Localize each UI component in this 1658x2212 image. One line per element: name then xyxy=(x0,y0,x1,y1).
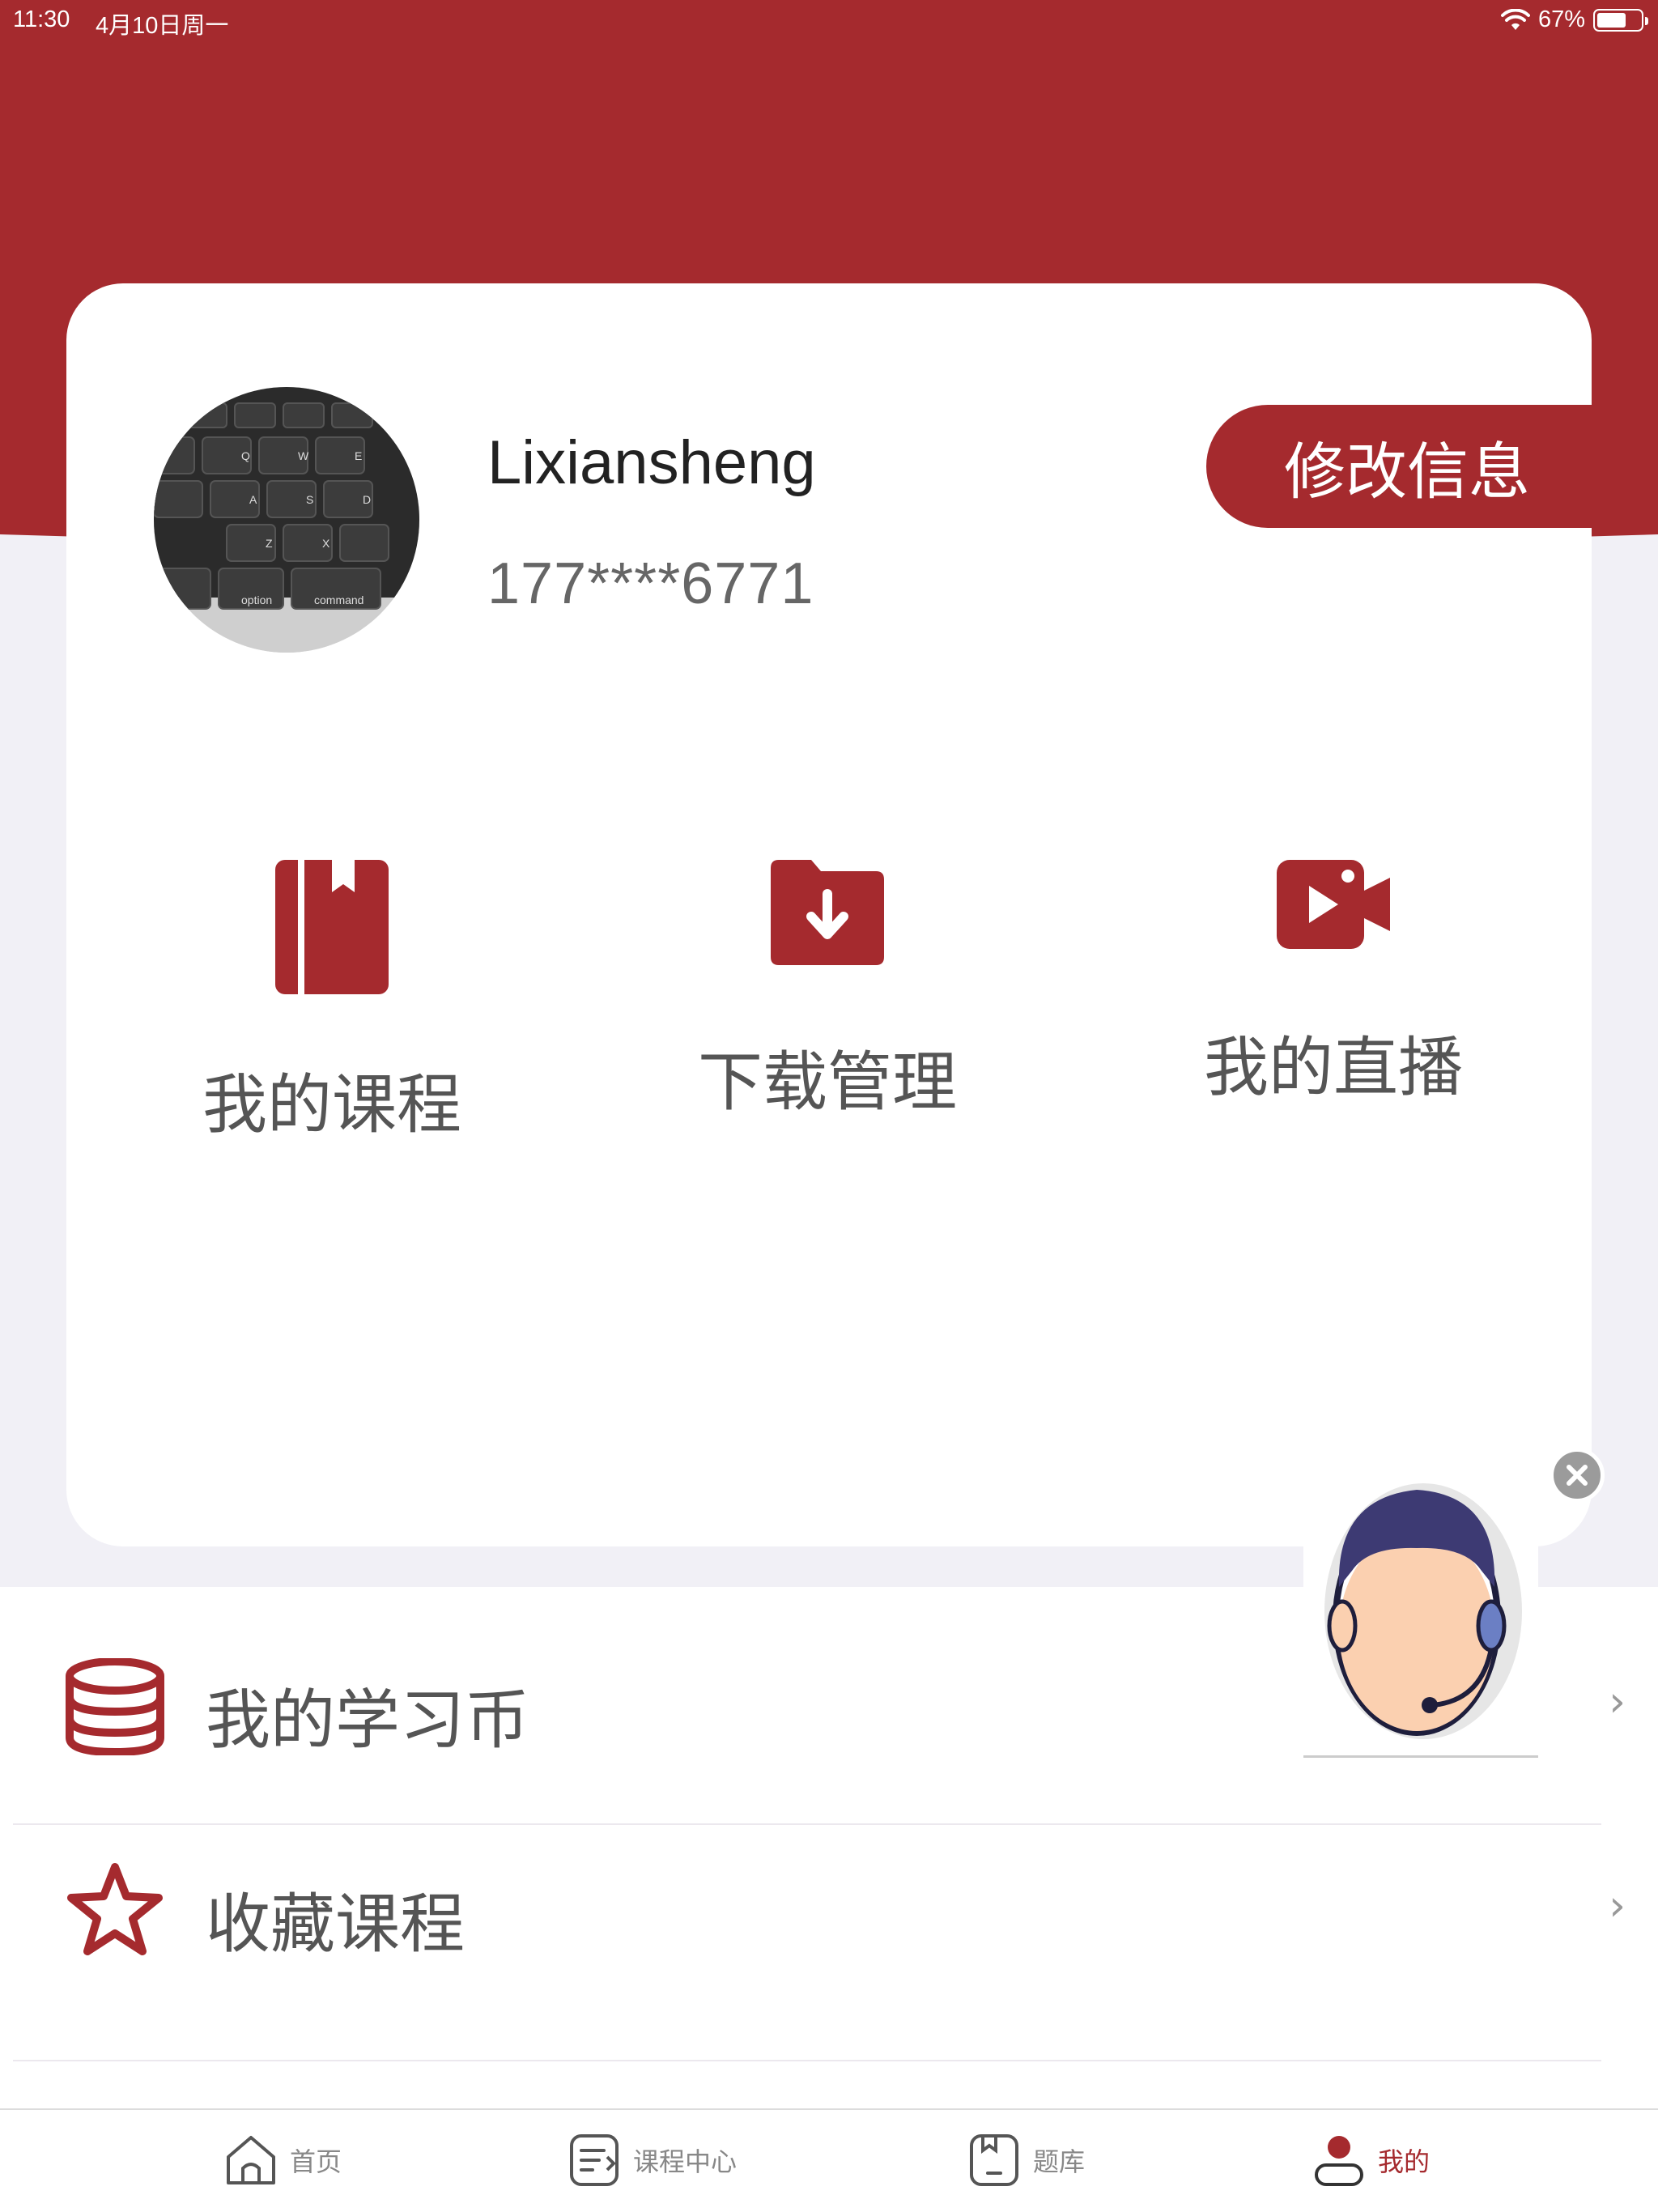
username: Lixiansheng xyxy=(487,428,816,497)
svg-text:Z: Z xyxy=(266,537,273,550)
star-icon xyxy=(67,1863,163,1955)
edit-profile-button[interactable]: 修改信息 xyxy=(1206,405,1592,528)
svg-text:W: W xyxy=(298,449,309,462)
avatar[interactable]: Q W E A S D Z X option command xyxy=(154,387,419,653)
book-icon xyxy=(275,860,389,994)
customer-support-button[interactable] xyxy=(1303,1457,1538,1757)
profile-icon xyxy=(1315,2136,1363,2186)
favorite-courses-label: 收藏课程 xyxy=(206,1887,465,1962)
video-camera-icon xyxy=(1277,860,1390,949)
svg-text:option: option xyxy=(241,593,272,606)
download-folder-icon xyxy=(771,860,884,965)
tab-bar: 首页 课程中心 题库 我的 xyxy=(0,2108,1658,2212)
tab-question-bank[interactable]: 题库 xyxy=(967,2133,1085,2188)
svg-text:A: A xyxy=(249,493,257,506)
status-bar: 11:30 4月10日周一 67% xyxy=(0,0,1658,42)
my-live-label: 我的直播 xyxy=(1204,1030,1463,1105)
tab-question-bank-label: 题库 xyxy=(1033,2146,1086,2177)
svg-text:X: X xyxy=(322,537,330,550)
tab-course-center-label: 课程中心 xyxy=(633,2146,738,2177)
coins-stack-icon xyxy=(66,1658,164,1755)
svg-text:E: E xyxy=(355,449,362,462)
download-management-label: 下载管理 xyxy=(698,1044,957,1120)
download-management-button[interactable]: 下载管理 xyxy=(682,860,973,1124)
question-bank-icon xyxy=(970,2134,1018,2186)
status-time: 11:30 xyxy=(13,6,70,32)
tab-course-center[interactable]: 课程中心 xyxy=(567,2133,737,2188)
divider xyxy=(13,2060,1601,2061)
support-underline xyxy=(1303,1755,1538,1758)
customer-service-agent-icon xyxy=(1303,1457,1538,1757)
my-courses-button[interactable]: 我的课程 xyxy=(186,860,478,1146)
my-courses-label: 我的课程 xyxy=(202,1067,461,1142)
svg-text:command: command xyxy=(314,593,363,606)
chevron-right-icon: › xyxy=(1609,1882,1626,1930)
status-date: 4月10日周一 xyxy=(96,13,229,39)
my-live-button[interactable]: 我的直播 xyxy=(1188,860,1479,1109)
phone-number: 177****6771 xyxy=(487,551,814,616)
learning-coins-label: 我的学习币 xyxy=(206,1682,529,1758)
tab-home[interactable]: 首页 xyxy=(223,2133,342,2188)
svg-text:S: S xyxy=(306,493,313,506)
close-support-icon[interactable] xyxy=(1550,1448,1605,1503)
list-item-favorite-courses[interactable]: 收藏课程 › xyxy=(0,1823,1658,2060)
tab-home-label: 首页 xyxy=(290,2146,342,2177)
status-indicators: 67% xyxy=(1500,6,1648,33)
tab-mine-label: 我的 xyxy=(1378,2146,1431,2177)
document-icon xyxy=(570,2134,619,2186)
profile-card: Q W E A S D Z X option command Lixiansheng 177… xyxy=(66,283,1592,1546)
avatar-keyboard-photo: Q W E A S D Z X option command xyxy=(154,387,419,653)
svg-text:Q: Q xyxy=(241,449,250,462)
chevron-right-icon: › xyxy=(1609,1678,1626,1726)
wifi-icon xyxy=(1500,8,1530,30)
battery-icon xyxy=(1593,8,1648,32)
home-icon xyxy=(227,2136,275,2184)
battery-percent: 67% xyxy=(1537,6,1585,32)
svg-text:D: D xyxy=(363,493,371,506)
tab-mine[interactable]: 我的 xyxy=(1312,2133,1430,2188)
